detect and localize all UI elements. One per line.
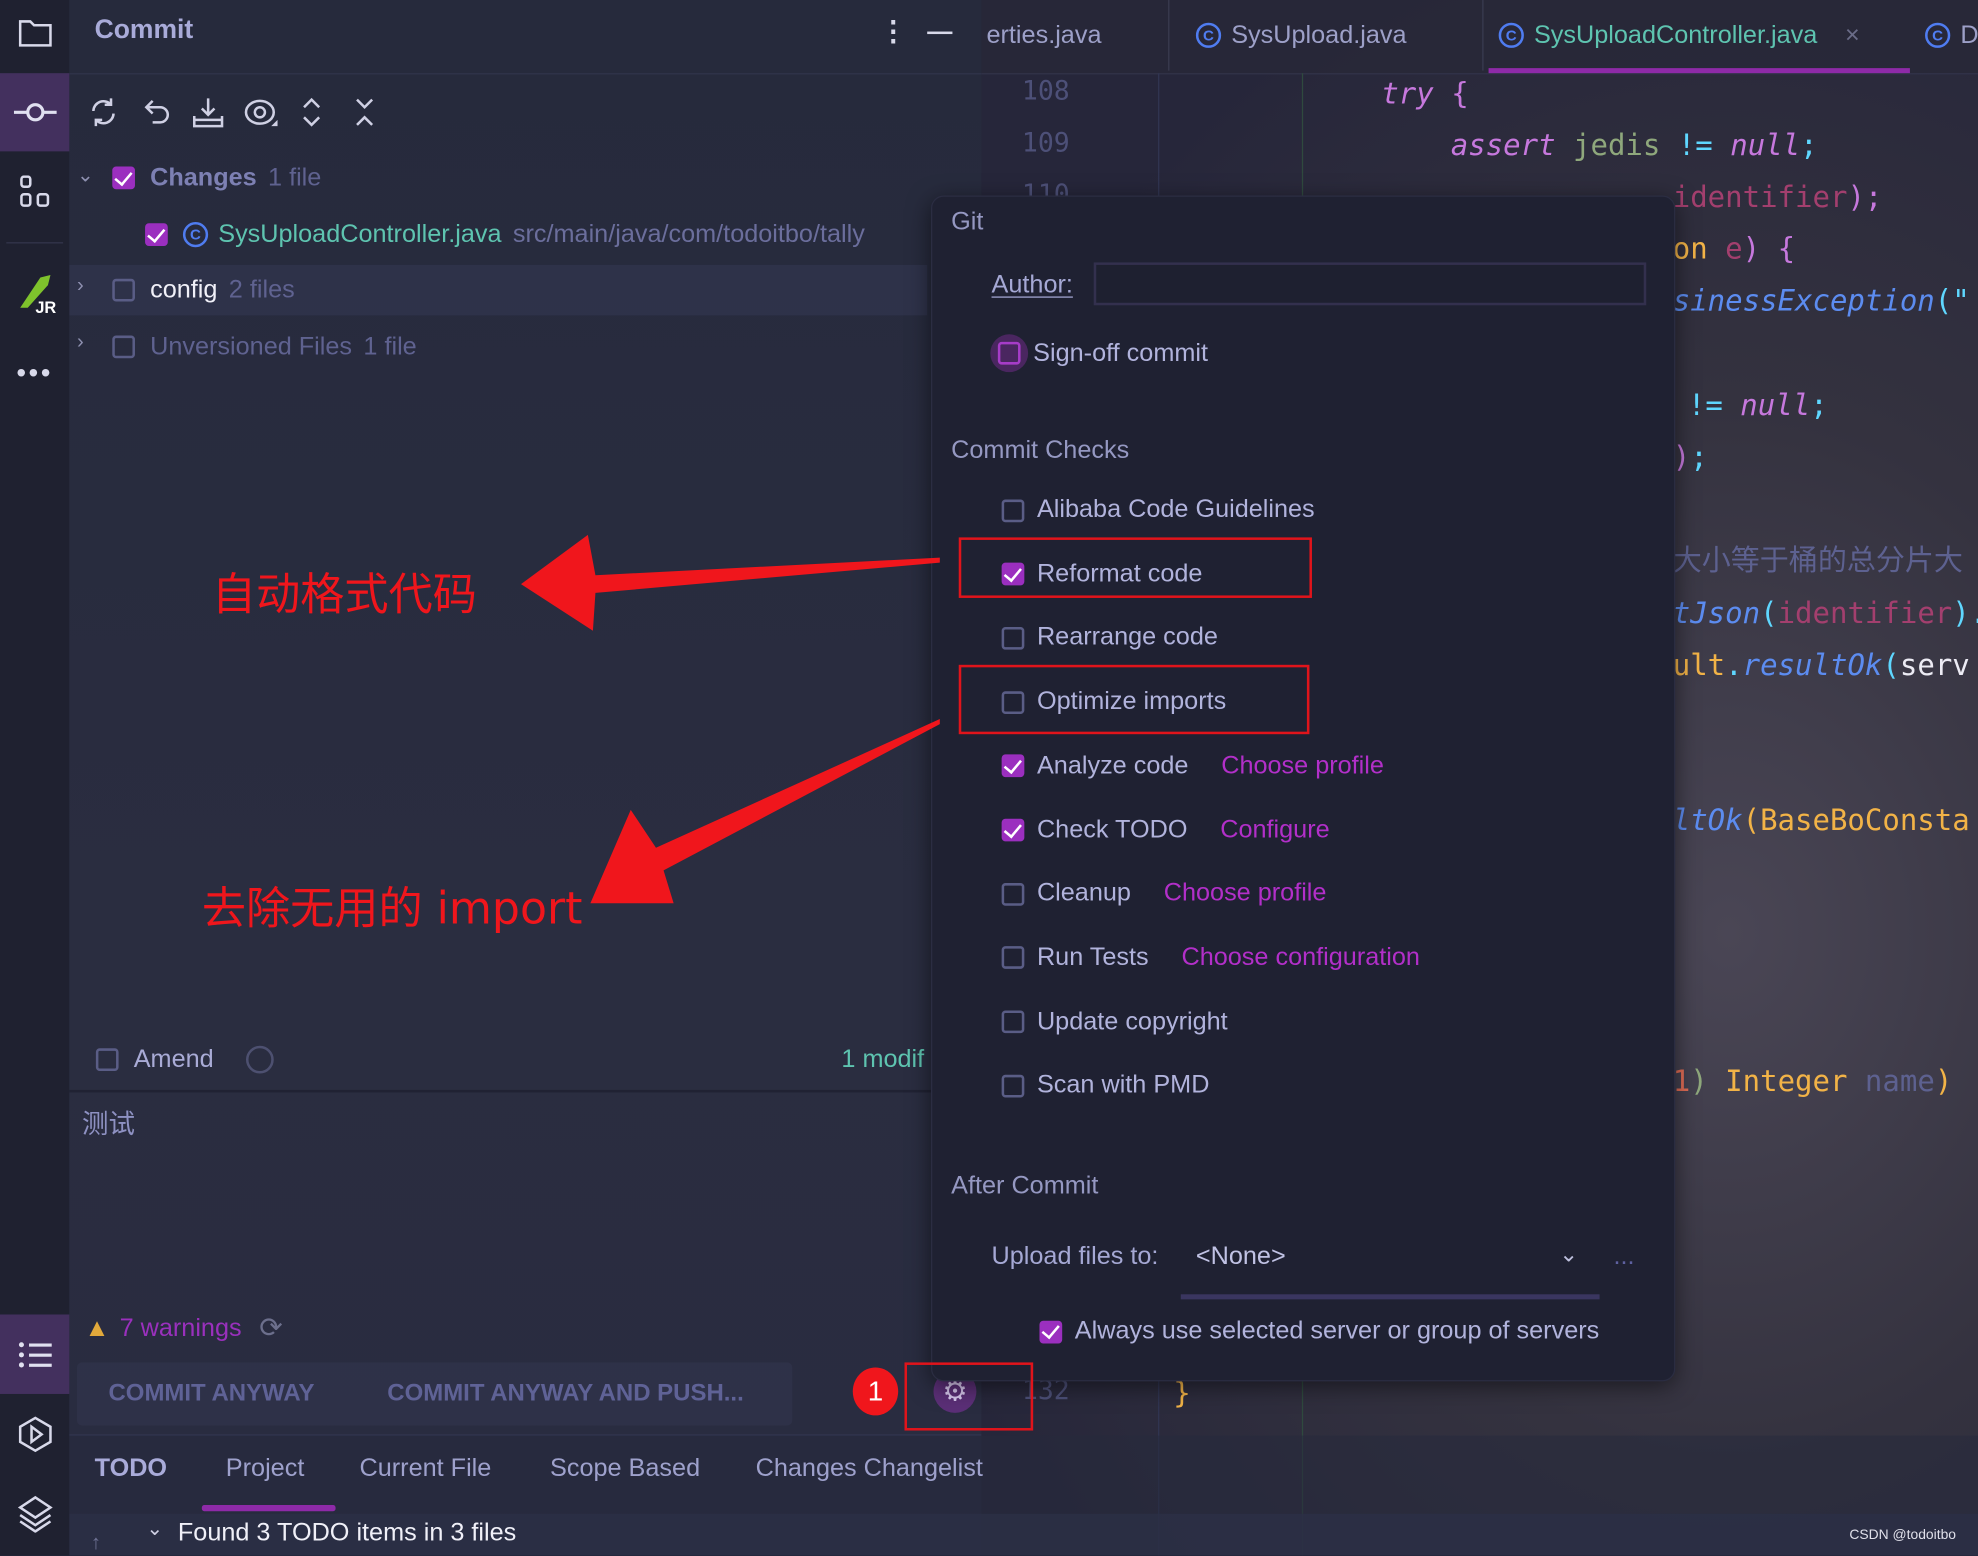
imports-annotation: 去除无用的 import — [201, 884, 583, 935]
reformat-annotation: 自动格式代码 — [211, 570, 477, 621]
arrow-reformat — [520, 534, 940, 631]
watermark: CSDN @todoitbo — [1849, 1527, 1957, 1543]
annotation-arrows — [520, 534, 940, 904]
arrow-imports — [590, 719, 940, 904]
